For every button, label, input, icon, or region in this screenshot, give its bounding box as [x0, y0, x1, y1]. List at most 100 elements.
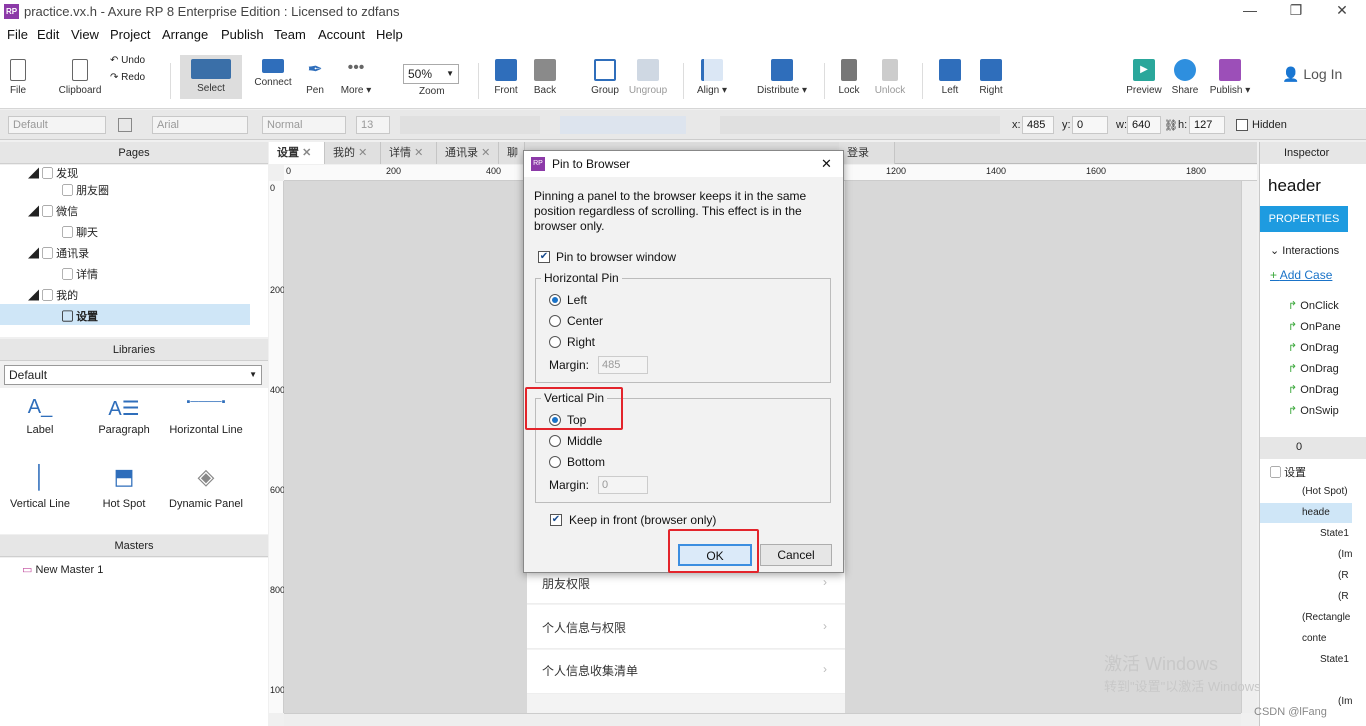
tree-item[interactable]: ◢ ▢ 我的 [28, 287, 78, 303]
keep-front-checkbox[interactable]: ✔ [550, 514, 562, 526]
outline-item[interactable]: State1 [1320, 528, 1349, 539]
tree-item[interactable]: ◢ ▢ 微信 [28, 203, 78, 219]
connect-button[interactable]: Connect [252, 59, 294, 88]
select-button[interactable]: Select [180, 55, 242, 99]
unlock-button[interactable]: Unlock [873, 59, 907, 96]
pin-center-radio[interactable] [549, 315, 561, 327]
tab-settings[interactable]: 设置 ✕ [269, 142, 325, 164]
tree-item-selected[interactable]: ▢ 设置 [62, 308, 98, 324]
outline-item[interactable]: (Im [1338, 696, 1352, 707]
tab-contacts[interactable]: 通讯录 ✕ [437, 142, 499, 164]
lock-button[interactable]: Lock [836, 59, 862, 96]
outline-item[interactable]: (R [1338, 570, 1349, 581]
align-button[interactable]: Align ▾ [694, 59, 730, 96]
vertical-line-widget[interactable]: │ Vertical Line [0, 464, 80, 510]
event-item[interactable]: ↱ OnPane [1288, 320, 1341, 333]
zoom-select[interactable]: 50% ▼ [403, 64, 459, 84]
widget-name[interactable]: header [1268, 176, 1321, 196]
close-icon[interactable]: ✕ [302, 147, 311, 159]
hidden-checkbox[interactable] [1236, 119, 1248, 131]
tree-item[interactable]: ◢ ▢ 发现 [28, 165, 78, 181]
selected-page-row[interactable] [0, 304, 250, 325]
event-item[interactable]: ↱ OnDrag [1288, 341, 1339, 354]
font-select[interactable]: Arial [152, 116, 248, 134]
master-item[interactable]: ▭ New Master 1 [22, 563, 103, 576]
group-button[interactable]: Group [590, 59, 620, 96]
cancel-button[interactable]: Cancel [760, 544, 832, 566]
file-button[interactable]: File [6, 59, 30, 96]
menu-team[interactable]: Team [274, 27, 306, 42]
paragraph-widget[interactable]: A☰ Paragraph [84, 396, 164, 436]
share-button[interactable]: Share [1170, 59, 1200, 96]
outline-item[interactable]: (Im [1338, 549, 1352, 560]
tree-item[interactable]: ◢ ▢ 通讯录 [28, 245, 89, 261]
h-margin-field[interactable]: 485 [598, 356, 648, 374]
x-field[interactable]: 485 [1022, 116, 1054, 134]
minimize-button[interactable]: — [1230, 2, 1270, 18]
outline-item[interactable]: conte [1302, 633, 1326, 644]
pin-middle-radio[interactable] [549, 435, 561, 447]
close-icon[interactable]: ✕ [358, 147, 367, 159]
menu-arrange[interactable]: Arrange [162, 27, 208, 42]
style-select[interactable]: Default [8, 116, 106, 134]
publish-button[interactable]: Publish ▾ [1209, 59, 1251, 96]
menu-account[interactable]: Account [318, 27, 365, 42]
menu-publish[interactable]: Publish [221, 27, 264, 42]
event-item[interactable]: ↱ OnClick [1288, 299, 1339, 312]
tree-item[interactable]: ▢ 朋友圈 [62, 182, 109, 198]
close-icon[interactable]: ✕ [414, 147, 423, 159]
tab-chat[interactable]: 聊 [499, 142, 525, 164]
label-widget[interactable]: A_ Label [0, 396, 80, 436]
outline-item[interactable]: (R [1338, 591, 1349, 602]
pin-right-radio[interactable] [549, 336, 561, 348]
event-item[interactable]: ↱ OnDrag [1288, 383, 1339, 396]
tab-properties[interactable]: PROPERTIES [1260, 206, 1348, 232]
vertical-scrollbar[interactable] [1241, 181, 1257, 713]
pin-left-radio[interactable] [549, 294, 561, 306]
dynamic-panel-widget[interactable]: ◈ Dynamic Panel [166, 464, 246, 510]
outline-item[interactable]: (Rectangle [1302, 612, 1350, 623]
login-button[interactable]: 👤 Log In [1282, 66, 1342, 83]
menu-view[interactable]: View [71, 27, 99, 42]
horizontal-scrollbar[interactable] [284, 713, 1241, 726]
back-button[interactable]: Back [532, 59, 558, 96]
tab-me[interactable]: 我的 ✕ [325, 142, 381, 164]
w-field[interactable]: 640 [1127, 116, 1161, 134]
pin-bottom-radio[interactable] [549, 456, 561, 468]
hot-spot-widget[interactable]: ⬒ Hot Spot [84, 464, 164, 510]
font-weight-select[interactable]: Normal [262, 116, 346, 134]
menu-edit[interactable]: Edit [37, 27, 59, 42]
close-window-button[interactable]: ✕ [1322, 2, 1362, 19]
text-align-group[interactable] [560, 116, 686, 134]
dialog-close-button[interactable]: ✕ [821, 156, 832, 172]
pen-button[interactable]: ✒ Pen [303, 59, 327, 96]
more-button[interactable]: ••• More ▾ [338, 59, 374, 96]
right-button[interactable]: Right [978, 59, 1004, 96]
event-item[interactable]: ↱ OnSwip [1288, 404, 1339, 417]
menu-file[interactable]: File [7, 27, 28, 42]
fill-border-group[interactable] [720, 116, 1000, 134]
h-field[interactable]: 127 [1189, 116, 1225, 134]
preview-button[interactable]: ▶ Preview [1125, 59, 1163, 96]
menu-project[interactable]: Project [110, 27, 150, 42]
left-button[interactable]: Left [938, 59, 962, 96]
distribute-button[interactable]: Distribute ▾ [756, 59, 808, 96]
v-margin-field[interactable]: 0 [598, 476, 648, 494]
style-editor-icon[interactable] [118, 118, 132, 132]
outline-item[interactable]: (Hot Spot) [1302, 486, 1348, 497]
pin-window-checkbox[interactable]: ✔ [538, 251, 550, 263]
clipboard-button[interactable]: Clipboard [56, 59, 104, 96]
restore-button[interactable]: ❐ [1276, 2, 1316, 19]
tree-item[interactable]: ▢ 聊天 [62, 224, 98, 240]
y-field[interactable]: 0 [1072, 116, 1108, 134]
constrain-icon[interactable]: ⛓ [1164, 119, 1178, 132]
font-size-select[interactable]: 13 [356, 116, 390, 134]
front-button[interactable]: Front [492, 59, 520, 96]
close-icon[interactable]: ✕ [481, 147, 490, 159]
outline-item[interactable]: State1 [1320, 654, 1349, 665]
redo-button[interactable]: ↷ Redo [110, 72, 145, 83]
text-format-group[interactable] [400, 116, 540, 134]
tab-login[interactable]: 登录 [839, 142, 895, 164]
event-item[interactable]: ↱ OnDrag [1288, 362, 1339, 375]
menu-help[interactable]: Help [376, 27, 403, 42]
